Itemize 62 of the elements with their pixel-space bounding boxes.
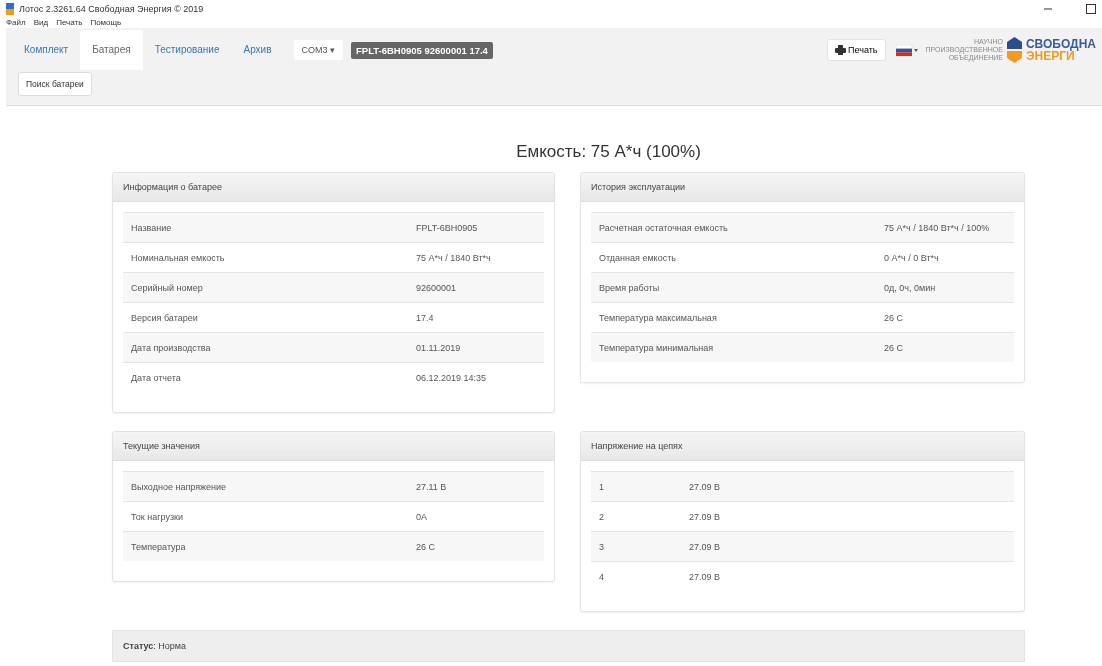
search-battery-button[interactable]: Поиск батареи [18,72,92,96]
menu-item[interactable]: Файл [6,18,26,27]
menu-item[interactable]: Печать [56,18,83,27]
panel-header: Информация о батарее [113,173,554,202]
menu-item[interactable]: Вид [33,18,49,27]
nav-tab[interactable]: Комплект [12,30,81,70]
table-cell-text: Дата отчета [131,372,182,383]
table-cell: 26 C [884,342,903,353]
table-cell: 01.11.2019 [416,342,461,353]
table-cell-text: Расчетная остаточная емкость [599,222,729,233]
table-cell: 27.09 В [689,511,721,522]
logo-icon [1006,37,1022,63]
table-cell-text: Отданная емкость [599,252,677,263]
table-cell: 27.09 В [689,481,721,492]
table-cell-text: 3 [599,541,605,552]
table-cell: 92600001 [416,282,457,293]
table-cell: 0 А*ч / 0 Вт*ч [884,252,939,263]
table-cell-text: Название [131,222,173,233]
table-cell: 27.09 В [689,571,721,582]
flag-icon[interactable] [895,44,918,56]
panel-header: Напряжение на цепях [581,432,1024,461]
logo-text: ЭНЕРГИ [1025,50,1075,62]
print-button[interactable]: Печать [827,39,886,61]
table-cell-text: Выходное напряжение [131,481,228,492]
table-cell-text: Время работы [599,282,661,293]
table-cell-text: Температура максимальная [599,312,718,323]
table-cell: 26 C [416,541,435,552]
status-text: Статус: Норма [123,641,187,651]
table-cell: 26 C [884,312,903,323]
printer-icon [835,45,847,55]
table-cell-text: 2 [599,511,605,522]
table-cell-text: Температура минимальная [599,342,715,353]
table-cell: 75 А*ч / 1840 Вт*ч / 100% [884,222,990,233]
maximize-icon[interactable] [1086,3,1096,14]
menu-item[interactable]: Помощь [90,18,122,27]
nav-tab[interactable]: Тестирование [142,30,232,70]
panel-header: Текущие значения [113,432,554,461]
table-cell-text: Ток нагрузки [131,511,184,522]
app-icon [6,2,14,15]
panel-header: История эксплуатации [581,173,1024,202]
window-title: Лотос 2.3261.64 Свободная Энергия © 2019 [19,3,204,14]
logo-text: СВОБОДНА [1025,38,1096,50]
table-cell: 27.09 В [689,541,721,552]
table-cell: 17.4 [416,312,434,323]
table-cell-text: Номинальная емкость [131,252,226,263]
port-dropdown[interactable]: COM3 ▾ [293,40,343,60]
table-cell: 0д, 0ч, 0мин [884,282,936,293]
table-cell-text: 4 [599,571,605,582]
table-cell-text: Температура [131,541,187,552]
table-cell: 06.12.2019 14:35 [416,372,487,383]
capacity-heading: Емкость: 75 А*ч (100%) [515,142,702,162]
nav-tab[interactable]: Архив [231,30,284,70]
table-cell-text: Серийный номер [131,282,204,293]
table-cell: FPLT-6BH0905 [416,222,478,233]
nav-tab[interactable]: Батарея [80,30,143,70]
table-cell-text: Дата производства [131,342,212,353]
table-cell: 0A [416,511,427,522]
device-label: FPLT-6BH0905 92600001 17.4 [351,41,493,59]
table-cell: 27.11 В [416,481,447,492]
table-cell-text: 1 [599,481,605,492]
table-cell: 75 А*ч / 1840 Вт*ч [416,252,491,263]
table-cell-text: Версия батареи [131,312,199,323]
